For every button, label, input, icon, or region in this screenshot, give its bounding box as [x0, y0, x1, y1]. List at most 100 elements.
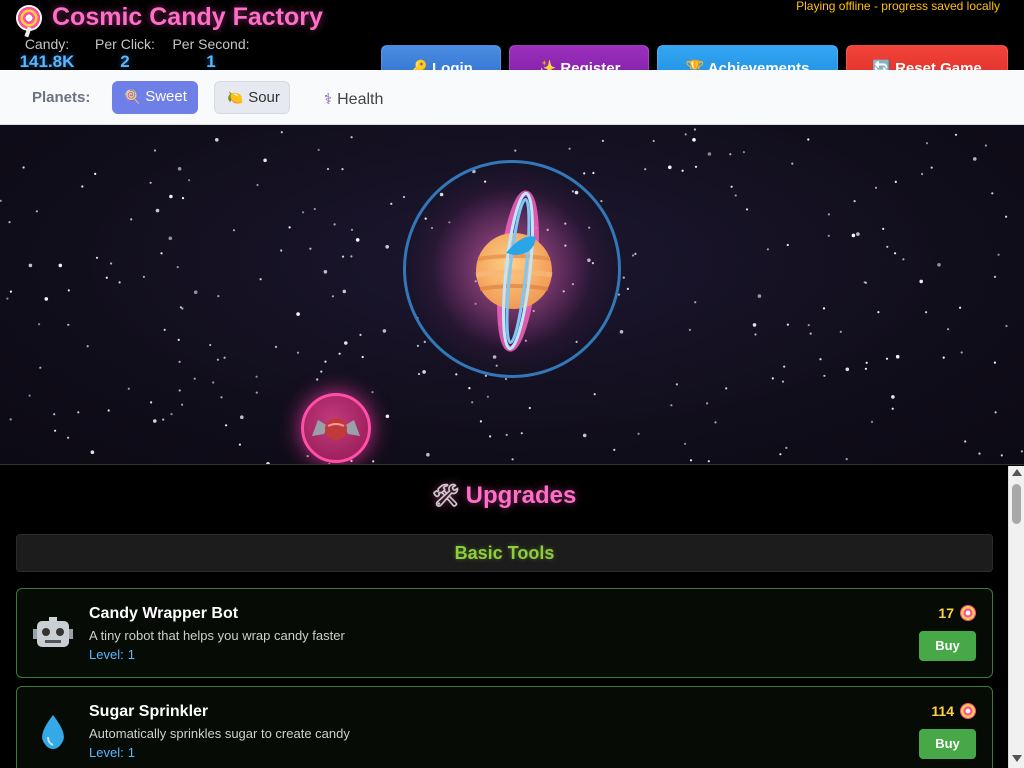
- star: [28, 394, 31, 397]
- star: [1020, 450, 1024, 453]
- star: [110, 262, 113, 265]
- upgrade-category-header: Basic Tools: [16, 534, 993, 572]
- buy-button[interactable]: Buy: [919, 631, 976, 661]
- star: [296, 351, 300, 354]
- star: [263, 158, 267, 163]
- planets-nav: Planets: 🍭 Sweet 🍋 Sour ⚕ Health: [0, 70, 1024, 125]
- lollipop-icon: [960, 703, 976, 719]
- star: [107, 409, 110, 412]
- reset-game-button[interactable]: 🔄 Reset Game: [846, 45, 1008, 72]
- planet-tab-label: Health: [337, 91, 384, 108]
- star: [255, 391, 258, 394]
- planet-tab-sweet[interactable]: 🍭 Sweet: [112, 81, 198, 114]
- star: [864, 367, 868, 370]
- upgrade-level-value: 1: [127, 745, 135, 760]
- upgrade-level-label: Level:: [89, 647, 124, 662]
- droplet-icon: [42, 715, 64, 749]
- login-button[interactable]: 🔑 Login: [381, 45, 501, 72]
- star: [280, 249, 283, 252]
- star: [390, 202, 393, 205]
- upgrade-description: Automatically sprinkles sugar to create …: [89, 726, 350, 741]
- star: [827, 234, 830, 237]
- star: [468, 387, 471, 390]
- star: [155, 208, 160, 213]
- star: [870, 420, 874, 423]
- scrollbar[interactable]: [1008, 466, 1024, 768]
- buy-button[interactable]: Buy: [919, 729, 976, 759]
- star: [238, 443, 241, 446]
- star: [181, 197, 185, 200]
- upgrade-name: Candy Wrapper Bot: [89, 605, 239, 622]
- scroll-down-arrow-icon[interactable]: [1012, 755, 1022, 762]
- star: [637, 432, 640, 435]
- stat-per-click-label: Per Click:: [95, 36, 155, 52]
- star: [853, 200, 856, 203]
- star: [225, 424, 228, 427]
- star: [864, 281, 868, 284]
- star: [960, 351, 963, 354]
- scrollbar-thumb[interactable]: [1012, 484, 1021, 524]
- star: [626, 287, 630, 290]
- achievements-button[interactable]: 🏆 Achievements: [657, 45, 838, 72]
- planet-tab-sour[interactable]: 🍋 Sour: [214, 81, 290, 114]
- star: [162, 418, 165, 421]
- stat-per-click-value: 2: [120, 52, 130, 71]
- star: [734, 194, 737, 197]
- star: [613, 448, 616, 451]
- offline-status: Playing offline - progress saved locally: [796, 0, 1000, 13]
- star: [925, 142, 929, 145]
- star: [954, 133, 958, 136]
- candy-click-button[interactable]: [301, 393, 371, 463]
- star: [479, 420, 482, 423]
- star: [350, 228, 354, 231]
- upgrades-title: 🛠 Upgrades: [0, 482, 1008, 510]
- star: [150, 401, 153, 404]
- star: [223, 356, 226, 359]
- star: [752, 323, 757, 327]
- scroll-up-arrow-icon[interactable]: [1012, 469, 1022, 476]
- star: [684, 442, 687, 445]
- star: [9, 418, 12, 421]
- star: [766, 248, 770, 251]
- planet-icon: [432, 189, 592, 352]
- star: [181, 403, 184, 406]
- star: [779, 453, 782, 456]
- star: [991, 192, 994, 195]
- star: [670, 404, 673, 407]
- star: [338, 352, 341, 355]
- star: [153, 419, 157, 423]
- star: [188, 179, 191, 182]
- star: [341, 255, 345, 258]
- star: [316, 378, 319, 381]
- stat-candy-label: Candy:: [24, 36, 70, 52]
- star: [296, 312, 300, 316]
- stat-per-second-label: Per Second:: [172, 36, 250, 52]
- star: [942, 356, 945, 359]
- star: [827, 213, 831, 216]
- star: [216, 358, 219, 361]
- star: [274, 345, 278, 348]
- upgrade-description: A tiny robot that helps you wrap candy f…: [89, 628, 345, 643]
- star: [176, 266, 179, 269]
- upgrade-level: Level: 1: [89, 647, 135, 662]
- star: [601, 139, 605, 142]
- robot-icon: [33, 617, 73, 647]
- star: [729, 153, 732, 156]
- stat-candy: Candy: 141.8K: [16, 36, 78, 72]
- planet-tab-health[interactable]: ⚕ Health: [318, 83, 402, 116]
- star: [193, 377, 196, 380]
- star: [0, 199, 2, 202]
- register-button[interactable]: ✨ Register: [509, 45, 649, 72]
- star: [668, 165, 672, 170]
- star: [819, 358, 822, 361]
- star: [725, 387, 728, 390]
- star: [511, 458, 514, 461]
- upgrade-level-label: Level:: [89, 745, 124, 760]
- star: [874, 186, 878, 189]
- star: [785, 446, 788, 449]
- candy-planet[interactable]: [403, 160, 621, 378]
- star: [256, 183, 259, 187]
- star: [9, 290, 12, 293]
- star: [280, 131, 283, 134]
- star: [886, 245, 889, 248]
